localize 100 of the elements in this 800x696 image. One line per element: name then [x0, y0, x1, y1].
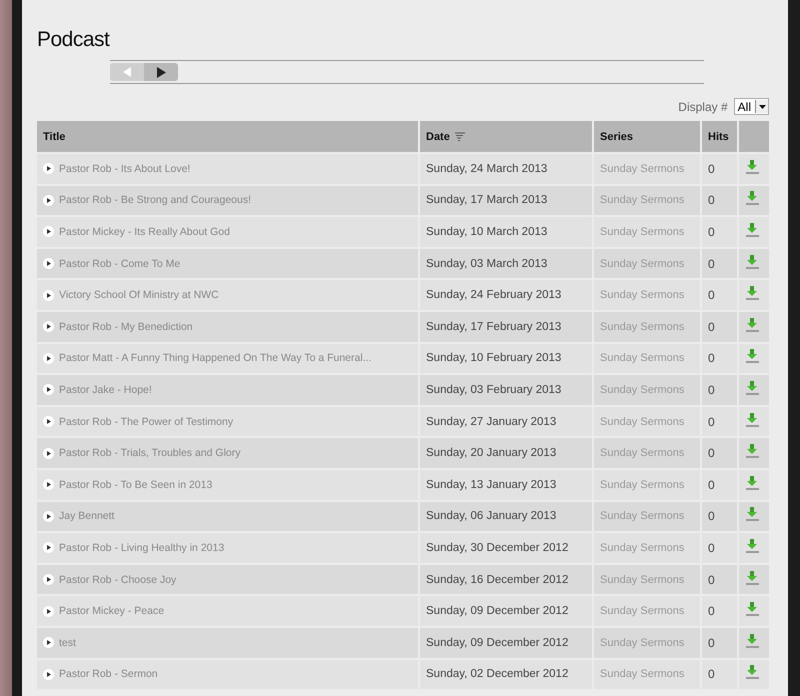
play-icon[interactable]	[43, 479, 54, 490]
episode-title[interactable]: Pastor Rob - Come To Me	[59, 258, 180, 270]
play-icon[interactable]	[43, 258, 54, 270]
series-cell: Sunday Sermons	[600, 605, 684, 618]
date-cell: Sunday, 17 February 2013	[426, 320, 562, 333]
column-header[interactable]: Title	[37, 121, 418, 152]
series-cell: Sunday Sermons	[600, 384, 684, 396]
download-icon[interactable]	[745, 349, 760, 364]
date-cell: Sunday, 17 March 2013	[426, 194, 548, 206]
download-icon[interactable]	[745, 412, 760, 428]
hits-cell: 0	[708, 446, 715, 460]
display-label: Display #	[678, 100, 728, 114]
play-icon[interactable]	[43, 668, 54, 680]
episode-title[interactable]: Jay Bennett	[59, 510, 114, 522]
date-cell: Sunday, 30 December 2012	[426, 542, 568, 554]
date-cell: Sunday, 06 January 2013	[426, 510, 556, 522]
play-icon[interactable]	[43, 448, 54, 459]
hits-cell: 0	[708, 162, 715, 176]
download-icon[interactable]	[745, 286, 760, 302]
hits-cell: 0	[708, 288, 715, 302]
play-icon[interactable]	[43, 606, 54, 617]
download-icon[interactable]	[745, 602, 760, 618]
series-cell: Sunday Sermons	[600, 194, 684, 206]
series-cell: Sunday Sermons	[600, 162, 684, 175]
download-icon[interactable]	[745, 507, 760, 522]
series-cell: Sunday Sermons	[600, 320, 684, 333]
download-icon[interactable]	[745, 191, 760, 206]
hits-cell: 0	[708, 636, 715, 650]
hits-cell: 0	[708, 193, 715, 208]
series-cell: Sunday Sermons	[600, 352, 684, 364]
column-header[interactable]: Hits	[702, 121, 737, 152]
play-icon[interactable]	[43, 194, 54, 206]
date-cell: Sunday, 03 February 2013	[426, 384, 562, 396]
episode-title[interactable]: Pastor Jake - Hope!	[59, 384, 152, 396]
download-icon[interactable]	[745, 222, 760, 238]
download-icon[interactable]	[745, 634, 760, 649]
date-cell: Sunday, 13 January 2013	[426, 478, 556, 491]
episode-title[interactable]: Pastor Mickey - Its Really About God	[59, 226, 230, 238]
download-icon[interactable]	[745, 318, 760, 333]
column-header[interactable]: Date	[420, 121, 592, 152]
play-icon[interactable]	[43, 416, 54, 428]
play-icon[interactable]	[43, 321, 54, 332]
hits-cell: 0	[708, 351, 715, 366]
episode-title[interactable]: Pastor Rob - Choose Joy	[59, 574, 176, 586]
series-cell: Sunday Sermons	[600, 447, 684, 460]
download-icon[interactable]	[745, 160, 760, 175]
episode-title[interactable]: Pastor Rob - Sermon	[59, 668, 158, 680]
download-icon[interactable]	[745, 444, 760, 460]
download-icon[interactable]	[745, 476, 760, 491]
hits-cell: 0	[708, 540, 715, 555]
column-header[interactable]: Series	[594, 121, 700, 152]
hits-cell: 0	[708, 667, 715, 682]
series-cell: Sunday Sermons	[600, 258, 684, 270]
play-icon[interactable]	[43, 637, 54, 648]
series-cell: Sunday Sermons	[600, 574, 684, 586]
play-icon[interactable]	[43, 290, 54, 301]
download-icon[interactable]	[745, 570, 760, 586]
series-cell: Sunday Sermons	[600, 668, 684, 680]
hits-cell: 0	[708, 256, 715, 271]
episode-title[interactable]: Pastor Rob - The Power of Testimony	[59, 416, 234, 428]
hits-cell: 0	[708, 382, 715, 397]
date-cell: Sunday, 10 February 2013	[426, 352, 562, 364]
date-cell: Sunday, 09 December 2012	[426, 605, 568, 618]
episode-title[interactable]: Pastor Rob - To Be Seen in 2013	[59, 478, 212, 491]
play-icon[interactable]	[43, 163, 54, 174]
back-icon	[123, 67, 131, 77]
episode-title[interactable]: Pastor Rob - Its About Love!	[59, 162, 190, 175]
download-icon[interactable]	[745, 254, 760, 270]
episode-title[interactable]: Pastor Mickey - Peace	[59, 605, 164, 618]
series-cell: Sunday Sermons	[600, 226, 684, 238]
hits-cell: 0	[708, 414, 715, 429]
series-cell: Sunday Sermons	[600, 636, 684, 649]
page-title: Podcast	[37, 28, 110, 53]
date-cell: Sunday, 02 December 2012	[426, 668, 568, 680]
play-button[interactable]	[144, 63, 178, 81]
series-cell: Sunday Sermons	[600, 289, 684, 302]
play-icon[interactable]	[43, 510, 54, 522]
episode-title[interactable]: Victory School Of Ministry at NWC	[59, 289, 219, 302]
hits-cell: 0	[708, 224, 715, 239]
episode-title[interactable]: Pastor Rob - Trials, Troubles and Glory	[59, 447, 240, 460]
display-select[interactable]: All	[734, 98, 769, 115]
episode-title[interactable]: test	[59, 636, 76, 649]
hits-cell: 0	[708, 320, 715, 334]
play-icon[interactable]	[43, 352, 54, 364]
series-cell: Sunday Sermons	[600, 478, 684, 491]
download-icon[interactable]	[745, 538, 760, 554]
play-icon[interactable]	[43, 226, 54, 238]
play-icon[interactable]	[43, 574, 54, 586]
episode-title[interactable]: Pastor Rob - My Benediction	[59, 320, 193, 333]
download-icon[interactable]	[745, 665, 760, 680]
play-icon[interactable]	[43, 384, 54, 396]
download-icon[interactable]	[745, 380, 760, 396]
date-cell: Sunday, 27 January 2013	[426, 416, 556, 428]
date-cell: Sunday, 10 March 2013	[426, 226, 548, 238]
play-icon[interactable]	[43, 542, 54, 554]
hits-cell: 0	[708, 478, 715, 492]
episode-title[interactable]: Pastor Rob - Living Healthy in 2013	[59, 542, 224, 554]
date-cell: Sunday, 03 March 2013	[426, 258, 548, 270]
date-cell: Sunday, 24 February 2013	[426, 289, 562, 302]
sort-icon	[454, 132, 465, 141]
